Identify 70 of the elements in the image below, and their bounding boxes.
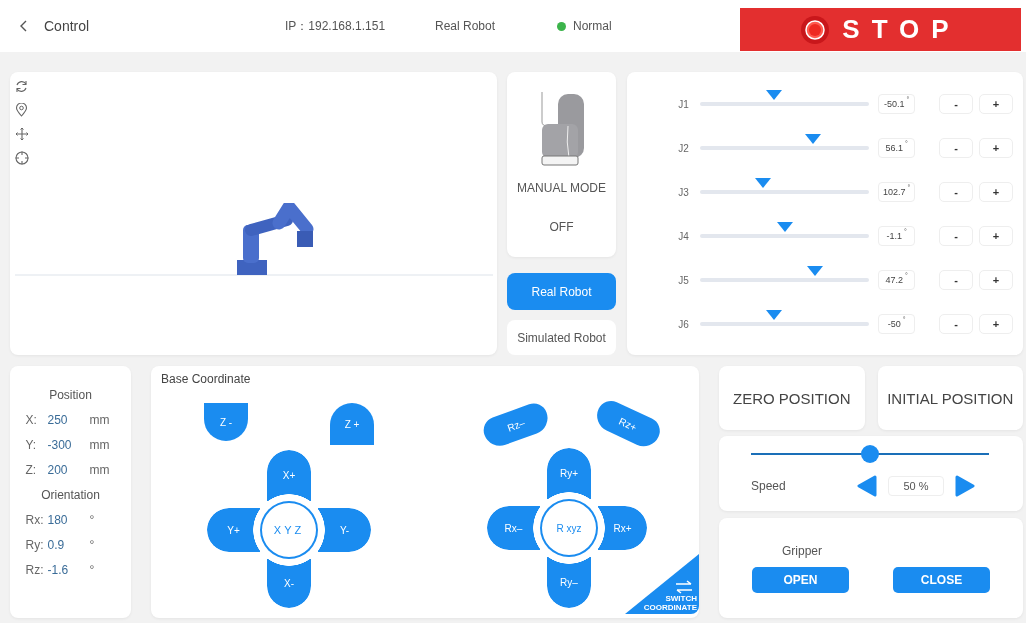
increase-speed-icon[interactable] [954,475,976,497]
axis-label: Ry: [25,538,45,554]
decrement-button[interactable]: - [939,182,974,202]
decrement-button[interactable]: - [939,94,974,114]
increment-button[interactable]: + [979,94,1013,114]
axis-label: X: [25,413,38,429]
section-label: Orientation [41,488,100,504]
slider-thumb[interactable] [805,134,822,144]
stop-button[interactable]: STOP [740,8,1021,51]
crosshair-icon[interactable] [15,151,29,165]
slider-thumb[interactable] [807,266,824,276]
simulated-robot-button[interactable]: Simulated Robot [507,320,616,355]
status-label: Normal [573,19,612,33]
joint-label: J3 [677,186,689,198]
slider-thumb[interactable] [776,222,793,232]
move-icon[interactable] [15,127,29,141]
zero-position-button[interactable]: ZERO POSITION [719,366,865,430]
slider-thumb[interactable] [766,90,783,100]
manual-mode-state: OFF [549,220,574,234]
rotate-icon[interactable] [15,80,28,93]
section-label: Position [49,388,92,404]
slider-thumb[interactable] [766,310,783,320]
unit-label: mm [89,438,111,454]
coordinate-value: 250 [47,413,69,429]
decrement-button[interactable]: - [939,226,974,246]
joint-label: J2 [677,142,689,154]
xyz-center-button[interactable]: XYZ [260,501,318,559]
coordinate-value: 0.9 [47,538,66,554]
page-title: Control [44,18,90,34]
joint-label: J6 [677,318,689,330]
joint-label: J1 [677,98,689,110]
axis-label: Y: [25,438,38,454]
decrement-button[interactable]: - [939,270,974,290]
manual-mode-label: MANUAL MODE [517,181,606,195]
speed-label: Speed [751,479,787,493]
gripper-label: Gripper [781,544,823,558]
axis-label: Rx: [25,513,45,529]
increment-button[interactable]: + [979,138,1013,158]
initial-position-button[interactable]: INITIAL POSITION [877,366,1023,430]
axis-label: Z: [25,463,38,479]
back-icon[interactable] [19,19,29,33]
increment-button[interactable]: + [979,226,1013,246]
decrease-speed-icon[interactable] [856,475,878,497]
coordinate-value: 200 [47,463,69,479]
stop-icon [800,14,831,45]
ip-address: IP：192.168.1.151 [285,17,387,35]
slider-thumb[interactable] [861,445,879,463]
unit-label: mm [89,463,111,479]
unit-label: ° [89,513,96,529]
unit-label: mm [89,413,111,429]
slider-thumb[interactable] [754,178,771,188]
increment-button[interactable]: + [979,314,1013,334]
joint-label: J4 [677,230,689,242]
unit-label: ° [89,538,96,554]
increment-button[interactable]: + [979,270,1013,290]
decrement-button[interactable]: - [939,314,974,334]
robot-mode-label: Real Robot [435,19,497,33]
axis-label: Rz: [25,563,45,579]
decrement-button[interactable]: - [939,138,974,158]
increment-button[interactable]: + [979,182,1013,202]
location-pin-icon[interactable] [15,103,28,117]
coordinate-value: -300 [47,438,73,454]
unit-label: ° [89,563,96,579]
coordinate-value: 180 [47,513,69,529]
swap-icon [675,580,693,594]
joint-label: J5 [677,274,689,286]
coordinate-value: -1.6 [47,563,70,579]
speed-value-field[interactable]: 50 % [888,476,944,496]
panel-title: Base Coordinate [160,371,252,386]
rxyz-center-button[interactable]: R xyz [540,499,598,557]
